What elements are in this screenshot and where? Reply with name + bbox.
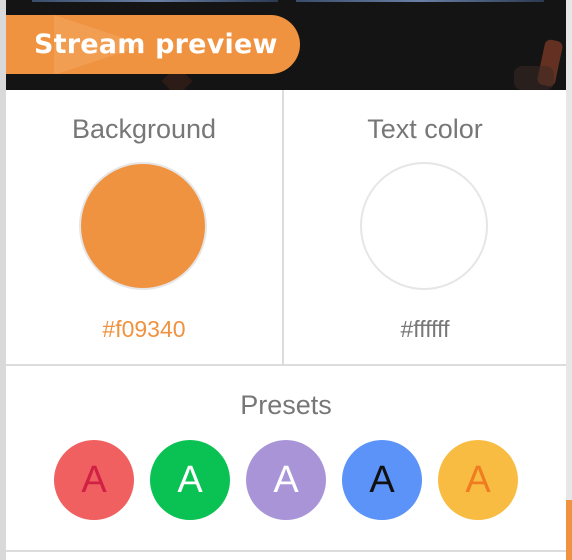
background-color-value: #f09340 xyxy=(102,316,186,342)
stream-preview: Stream preview xyxy=(6,0,566,90)
preset-purple[interactable]: A xyxy=(246,440,326,520)
preset-blue[interactable]: A xyxy=(342,440,422,520)
preset-red[interactable]: A xyxy=(54,440,134,520)
right-scroll-accent xyxy=(566,500,572,560)
stream-style-panel: Stream preview Background #f09340 Text c… xyxy=(0,0,572,560)
preview-background-shape xyxy=(514,66,554,90)
preset-green[interactable]: A xyxy=(150,440,230,520)
background-setting: Background #f09340 xyxy=(6,90,284,364)
color-settings: Background #f09340 Text color #ffffff xyxy=(6,90,566,366)
preview-thumbnail-right xyxy=(296,0,544,2)
presets-label: Presets xyxy=(240,390,332,420)
stream-preview-title: Stream preview xyxy=(34,29,278,60)
text-color-label: Text color xyxy=(367,114,483,144)
background-label: Background xyxy=(71,114,217,144)
text-color-swatch[interactable] xyxy=(360,162,488,290)
text-color-setting: Text color #ffffff xyxy=(284,90,566,364)
presets-section: Presets A A A A A xyxy=(6,366,566,552)
preset-yellow[interactable]: A xyxy=(438,440,518,520)
preview-thumbnail-left xyxy=(32,0,278,2)
background-color-swatch[interactable] xyxy=(79,162,207,290)
text-color-value: #ffffff xyxy=(400,316,450,342)
stream-preview-badge: Stream preview xyxy=(6,15,300,74)
right-frame-edge xyxy=(566,0,572,560)
preset-list: A A A A A xyxy=(54,440,534,520)
